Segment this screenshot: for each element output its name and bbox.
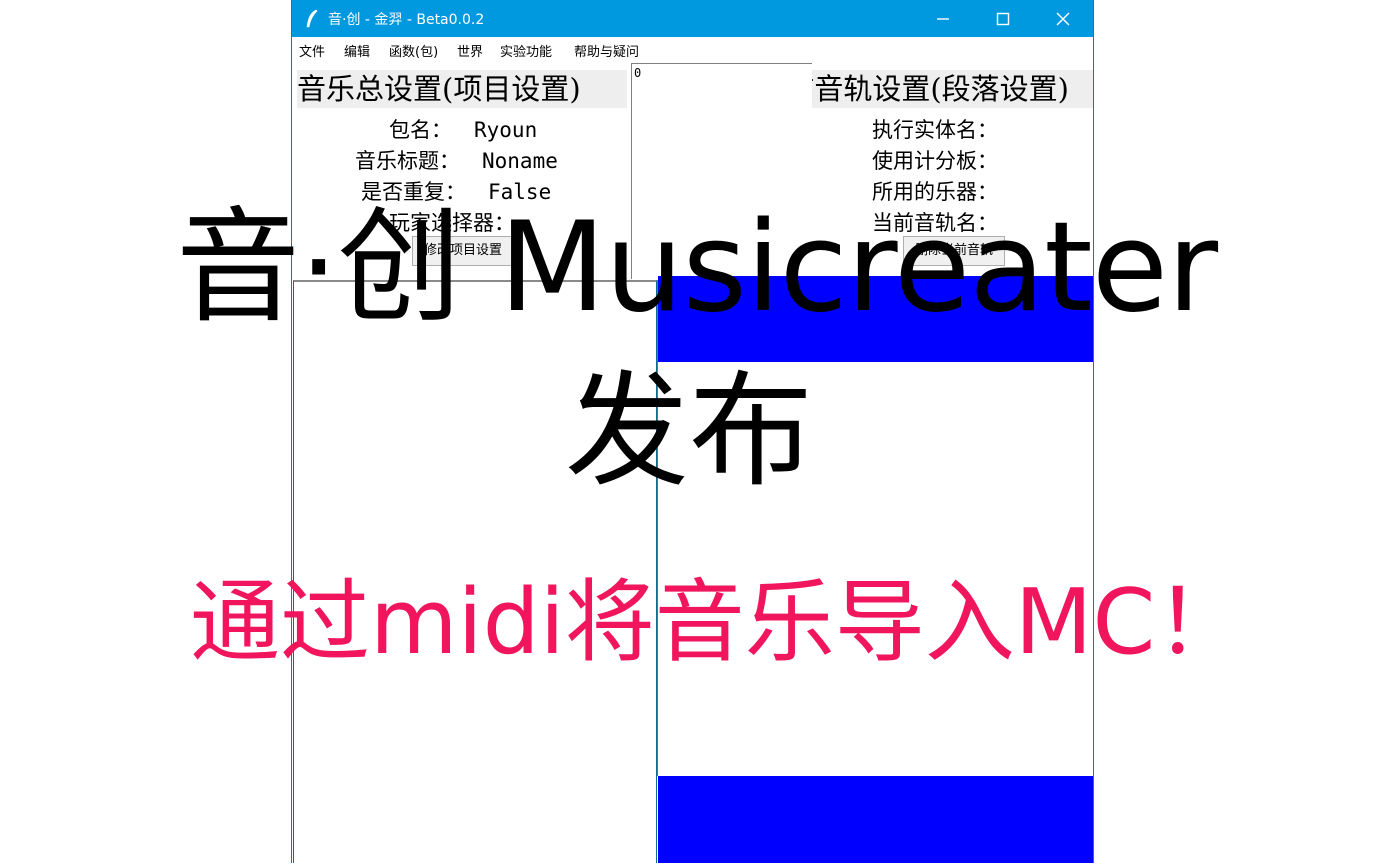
title-bar[interactable]: 音·创 - 金羿 - Beta0.0.2 [292,0,1093,37]
track-settings-title-text: 当前音轨设置(段落设置) [812,72,1069,106]
music-title-value: Noname [482,149,558,173]
menu-bar: 文件 编辑 函数(包) 世界 实验功能 帮助与疑问 [292,37,1093,62]
package-name-label: 包名： [389,118,452,142]
track-settings-title: 当前音轨设置(段落设置) [812,70,1093,108]
overlay-subtitle: 发布 [565,360,814,504]
close-icon [1056,12,1070,26]
scoreboard-field: 使用计分板： [872,149,998,173]
entity-name-field: 执行实体名： [872,118,998,142]
window-title: 音·创 - 金羿 - Beta0.0.2 [328,12,485,28]
maximize-button[interactable] [974,0,1032,37]
overlay-title: 音·创 Musicreater [176,196,1218,340]
menu-functions[interactable]: 函数(包) [389,41,438,60]
track-list-value: 0 [634,66,642,80]
project-settings-title: 音乐总设置(项目设置) [297,70,627,108]
feather-pen-icon [306,9,318,28]
menu-world[interactable]: 世界 [457,41,483,60]
note-block-bottom [658,776,1093,863]
music-title-label: 音乐标题： [355,149,460,173]
maximize-icon [996,12,1010,26]
menu-experimental[interactable]: 实验功能 [500,41,552,60]
music-title-field: 音乐标题： Noname [355,145,558,175]
close-button[interactable] [1034,0,1092,37]
minimize-icon [937,18,949,20]
overlay-tagline: 通过midi将音乐导入MC！ [190,570,1246,675]
menu-help[interactable]: 帮助与疑问 [574,41,639,60]
package-name-value: Ryoun [474,118,538,142]
menu-file[interactable]: 文件 [299,41,325,60]
minimize-button[interactable] [914,0,972,37]
menu-edit[interactable]: 编辑 [344,41,370,60]
package-name-field: 包名： Ryoun [389,114,537,144]
